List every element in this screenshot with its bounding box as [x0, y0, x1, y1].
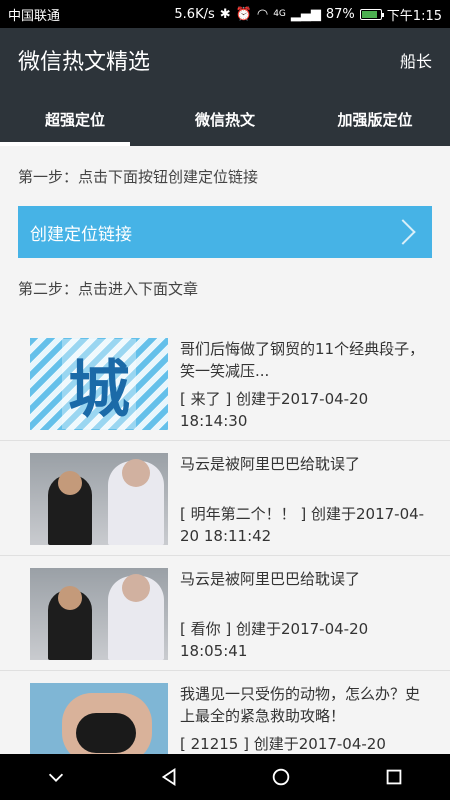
article-thumbnail: 城 [30, 338, 168, 430]
tab-bar: 超强定位 微信热文 加强版定位 [0, 92, 450, 146]
chevron-right-icon [390, 219, 416, 245]
article-title: 哥们后悔做了钢贸的11个经典段子， 笑一笑减压... [180, 340, 425, 380]
collapse-button[interactable] [42, 763, 70, 791]
article-thumbnail [30, 568, 168, 660]
bluetooth-icon: ✱ [219, 6, 231, 22]
alarm-icon: ⏰ [235, 6, 252, 22]
article-title: 马云是被阿里巴巴给耽误了 [180, 570, 361, 588]
recents-button[interactable] [380, 763, 408, 791]
tab-label: 加强版定位 [337, 110, 413, 129]
article-thumbnail [30, 683, 168, 754]
tab-hot-articles[interactable]: 微信热文 [150, 92, 300, 146]
status-icons: 5.6K/s ✱ ⏰ ◠ 4G ▂▄▆ 87% 下午1:15 [174, 5, 442, 24]
tab-label: 超强定位 [44, 110, 105, 129]
status-bar: 中国联通 5.6K/s ✱ ⏰ ◠ 4G ▂▄▆ 87% 下午1:15 [0, 0, 450, 28]
chevron-down-icon [49, 773, 64, 782]
carrier-label: 中国联通 [8, 8, 61, 24]
article-title: 马云是被阿里巴巴给耽误了 [180, 455, 361, 473]
article-meta: 我遇见一只受伤的动物，怎么办？史上最全的紧急救助攻略！ [ 21215 ] 创建… [180, 683, 432, 754]
list-item[interactable]: 马云是被阿里巴巴给耽误了 [ 看你 ] 创建于2017-04-20 18:05:… [0, 556, 450, 671]
recents-square-icon [386, 769, 402, 785]
article-date: [ 21215 ] 创建于2017-04-20 [180, 735, 386, 753]
captain-button[interactable]: 船长 [400, 48, 432, 72]
home-button[interactable] [267, 763, 295, 791]
battery-level [361, 10, 378, 18]
network-type: 4G [273, 9, 286, 19]
article-title: 我遇见一只受伤的动物，怎么办？史上最全的紧急救助攻略！ [180, 685, 421, 725]
article-thumbnail [30, 453, 168, 545]
article-meta: 哥们后悔做了钢贸的11个经典段子， 笑一笑减压... [ 来了 ] 创建于201… [180, 338, 432, 440]
thumbnail-char: 城 [61, 339, 136, 429]
tab-label: 微信热文 [194, 110, 255, 129]
list-item[interactable]: 马云是被阿里巴巴给耽误了 [ 明年第二个！！ ] 创建于2017-04-20 1… [0, 441, 450, 556]
step-two-label: 第二步：点击进入下面文章 [18, 279, 199, 298]
home-circle-icon [273, 768, 290, 786]
create-link-label: 创建定位链接 [30, 224, 132, 245]
back-triangle-icon [161, 767, 176, 787]
article-list: 城 哥们后悔做了钢贸的11个经典段子， 笑一笑减压... [ 来了 ] 创建于2… [0, 326, 450, 754]
article-date: [ 明年第二个！！ ] 创建于2017-04-20 18:11:42 [180, 505, 425, 545]
wifi-icon: ◠ [256, 6, 269, 22]
tab-enhanced-locate[interactable]: 加强版定位 [300, 92, 450, 146]
network-speed: 5.6K/s [174, 6, 215, 22]
create-link-button[interactable]: 创建定位链接 [18, 206, 432, 258]
article-meta: 马云是被阿里巴巴给耽误了 [ 明年第二个！！ ] 创建于2017-04-20 1… [180, 453, 432, 555]
article-date: [ 看你 ] 创建于2017-04-20 18:05:41 [180, 620, 369, 660]
main-content: 第一步：点击下面按钮创建定位链接 创建定位链接 第二步：点击进入下面文章 城 哥… [0, 146, 450, 754]
article-date: [ 来了 ] 创建于2017-04-20 18:14:30 [180, 390, 369, 430]
back-button[interactable] [155, 763, 183, 791]
system-nav-bar [0, 754, 450, 800]
page-title: 微信热文精选 [18, 50, 151, 75]
clock: 下午1:15 [386, 8, 442, 24]
app-header: 微信热文精选 船长 [0, 28, 450, 92]
article-meta: 马云是被阿里巴巴给耽误了 [ 看你 ] 创建于2017-04-20 18:05:… [180, 568, 432, 670]
battery-icon [359, 8, 384, 20]
tab-super-locate[interactable]: 超强定位 [0, 92, 150, 146]
signal-icon: ▂▄▆ [290, 6, 321, 22]
list-item[interactable]: 城 哥们后悔做了钢贸的11个经典段子， 笑一笑减压... [ 来了 ] 创建于2… [0, 326, 450, 441]
battery-percent: 87% [325, 6, 355, 22]
step-one-label: 第一步：点击下面按钮创建定位链接 [18, 167, 259, 186]
list-item[interactable]: 我遇见一只受伤的动物，怎么办？史上最全的紧急救助攻略！ [ 21215 ] 创建… [0, 671, 450, 754]
